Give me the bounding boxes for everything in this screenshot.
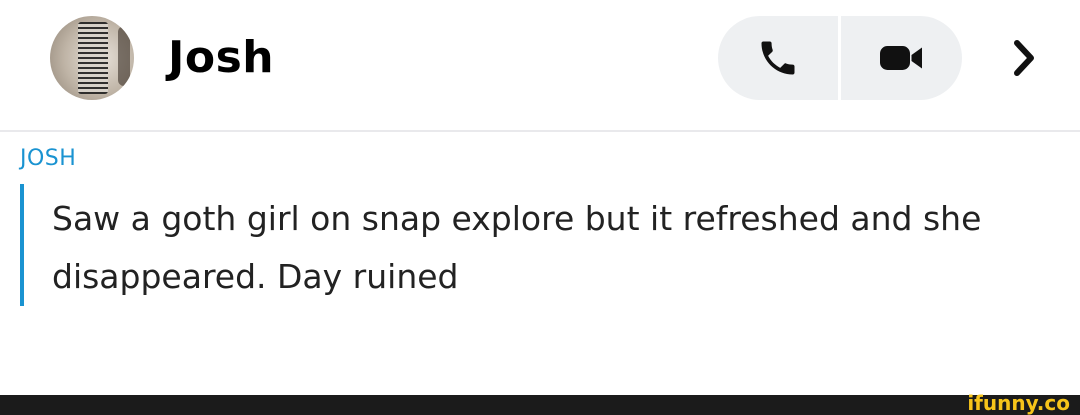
details-chevron-button[interactable] — [1006, 36, 1042, 80]
chat-header: Josh — [0, 0, 1080, 130]
video-camera-icon — [880, 46, 922, 70]
chevron-right-icon — [1014, 40, 1034, 76]
contact-avatar[interactable] — [50, 16, 134, 100]
voice-call-button[interactable] — [718, 16, 838, 100]
contact-name[interactable]: Josh — [168, 30, 274, 86]
call-actions — [718, 16, 962, 100]
message-accent-bar — [20, 184, 24, 306]
footer-bar: ifunny.co — [0, 391, 1080, 415]
phone-icon — [761, 41, 795, 75]
header-divider — [0, 130, 1080, 132]
message-text: Saw a goth girl on snap explore but it r… — [52, 199, 982, 296]
avatar-photo-detail — [78, 22, 108, 94]
avatar-photo-shadow — [118, 26, 130, 86]
ifunny-watermark: ifunny.co — [967, 391, 1070, 415]
sender-label: JOSH — [20, 146, 77, 171]
video-call-button[interactable] — [841, 16, 961, 100]
